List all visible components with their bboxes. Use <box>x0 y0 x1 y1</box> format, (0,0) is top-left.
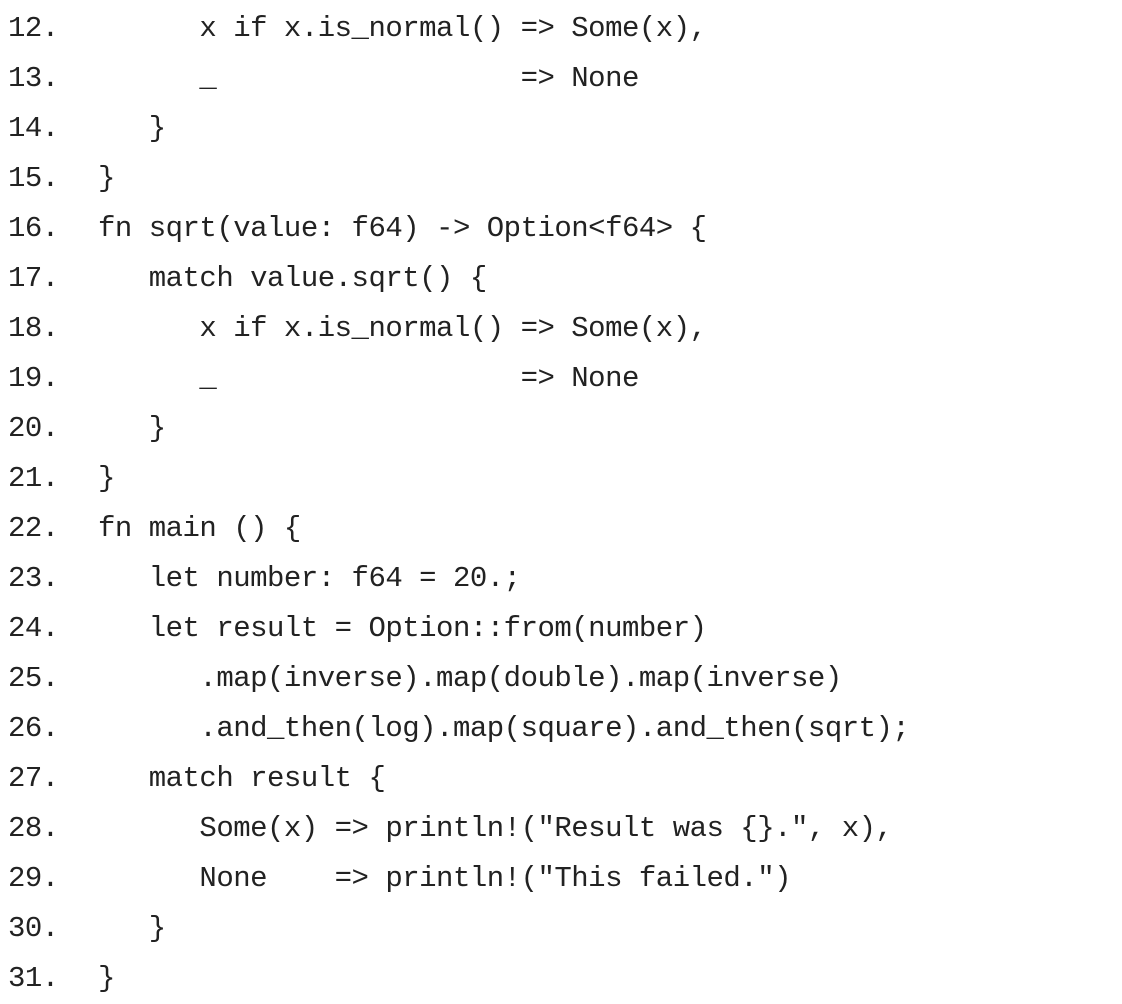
code-line: 30. } <box>8 904 1118 954</box>
code-line: 26. .and_then(log).map(square).and_then(… <box>8 704 1118 754</box>
code-text: } <box>98 412 166 445</box>
line-number: 30. <box>8 912 59 945</box>
code-listing: 12. x if x.is_normal() => Some(x), 13. _… <box>8 4 1118 1004</box>
line-number: 23. <box>8 562 59 595</box>
code-text: } <box>98 162 115 195</box>
line-number: 22. <box>8 512 59 545</box>
code-text: .and_then(log).map(square).and_then(sqrt… <box>98 712 910 745</box>
code-text: fn main () { <box>98 512 301 545</box>
code-text: match value.sqrt() { <box>98 262 488 295</box>
code-line: 15.} <box>8 154 1118 204</box>
line-number: 14. <box>8 112 59 145</box>
code-text: Some(x) => println!("Result was {}.", x)… <box>98 812 893 845</box>
code-text: None => println!("This failed.") <box>98 862 792 895</box>
code-line: 18. x if x.is_normal() => Some(x), <box>8 304 1118 354</box>
line-number: 24. <box>8 612 59 645</box>
line-number: 12. <box>8 12 59 45</box>
code-text: match result { <box>98 762 386 795</box>
code-text: _ => None <box>98 362 639 395</box>
line-number: 13. <box>8 62 59 95</box>
code-text: } <box>98 962 115 995</box>
line-number: 20. <box>8 412 59 445</box>
code-text: .map(inverse).map(double).map(inverse) <box>98 662 842 695</box>
line-number: 18. <box>8 312 59 345</box>
code-line: 19. _ => None <box>8 354 1118 404</box>
line-number: 17. <box>8 262 59 295</box>
code-text: let result = Option::from(number) <box>98 612 707 645</box>
code-line: 22. fn main () { <box>8 504 1118 554</box>
line-number: 25. <box>8 662 59 695</box>
code-text: x if x.is_normal() => Some(x), <box>98 12 707 45</box>
code-line: 14. } <box>8 104 1118 154</box>
line-number: 31. <box>8 962 59 995</box>
code-line: 12. x if x.is_normal() => Some(x), <box>8 4 1118 54</box>
code-line: 17. match value.sqrt() { <box>8 254 1118 304</box>
line-number: 21. <box>8 462 59 495</box>
line-number: 28. <box>8 812 59 845</box>
code-line: 28. Some(x) => println!("Result was {}."… <box>8 804 1118 854</box>
code-line: 31.} <box>8 954 1118 1004</box>
code-text: } <box>98 112 166 145</box>
code-line: 29. None => println!("This failed.") <box>8 854 1118 904</box>
code-line: 16. fn sqrt(value: f64) -> Option<f64> { <box>8 204 1118 254</box>
line-number: 29. <box>8 862 59 895</box>
code-text: let number: f64 = 20.; <box>98 562 521 595</box>
code-line: 13. _ => None <box>8 54 1118 104</box>
line-number: 15. <box>8 162 59 195</box>
line-number: 19. <box>8 362 59 395</box>
code-line: 23. let number: f64 = 20.; <box>8 554 1118 604</box>
code-text: } <box>98 912 166 945</box>
code-line: 25. .map(inverse).map(double).map(invers… <box>8 654 1118 704</box>
code-text: x if x.is_normal() => Some(x), <box>98 312 707 345</box>
code-text: _ => None <box>98 62 639 95</box>
code-line: 27. match result { <box>8 754 1118 804</box>
code-text: } <box>98 462 115 495</box>
code-line: 24. let result = Option::from(number) <box>8 604 1118 654</box>
code-line: 20. } <box>8 404 1118 454</box>
code-text: fn sqrt(value: f64) -> Option<f64> { <box>98 212 707 245</box>
code-line: 21.} <box>8 454 1118 504</box>
line-number: 16. <box>8 212 59 245</box>
line-number: 27. <box>8 762 59 795</box>
line-number: 26. <box>8 712 59 745</box>
